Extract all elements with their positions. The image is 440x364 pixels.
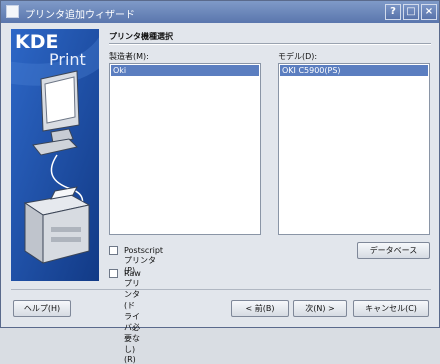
section-divider (109, 43, 431, 45)
manufacturer-item-oki[interactable]: Oki (111, 65, 259, 76)
manufacturer-list[interactable]: Oki (109, 63, 261, 235)
title-bar[interactable]: プリンタ追加ウィザード ? □ × (1, 1, 439, 23)
model-item-oki-c5900[interactable]: OKI C5900(PS) (280, 65, 428, 76)
model-list[interactable]: OKI C5900(PS) (278, 63, 430, 235)
raw-checkbox[interactable] (109, 269, 118, 278)
manufacturer-label: 製造者(M): (109, 52, 149, 61)
window-title: プリンタ追加ウィザード (25, 10, 135, 21)
postscript-checkbox[interactable] (109, 246, 118, 255)
logo-print-text: Print (49, 50, 86, 69)
footer-divider (11, 289, 431, 290)
model-label: モデル(D): (278, 52, 318, 61)
raw-label[interactable]: Rawプリンタ(ドライバ必要なし)(R) (124, 269, 141, 364)
kde-print-logo-image: KDE Print (11, 29, 99, 281)
section-title: プリンタ機種選択 (109, 32, 173, 41)
cancel-button[interactable]: キャンセル(C) (353, 300, 429, 317)
wizard-window: プリンタ追加ウィザード ? □ × KDE Print プリンタ機種選択 製造者… (0, 0, 440, 364)
kde-print-side-panel: KDE Print (11, 29, 99, 281)
close-icon[interactable]: × (421, 4, 437, 20)
back-button[interactable]: < 前(B) (231, 300, 289, 317)
next-button[interactable]: 次(N) > (293, 300, 347, 317)
maximize-icon[interactable]: □ (403, 4, 419, 20)
database-button[interactable]: データベース (357, 242, 430, 259)
help-icon[interactable]: ? (385, 4, 401, 20)
printer-app-icon (6, 5, 19, 18)
help-button[interactable]: ヘルプ(H) (13, 300, 71, 317)
